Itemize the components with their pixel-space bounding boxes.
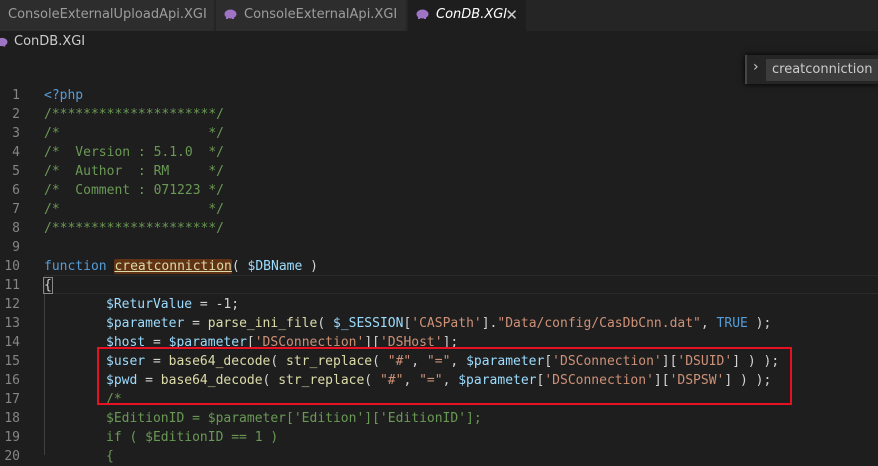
line-number: 11 — [4, 278, 20, 293]
code-line: $parameter = parse_ini_file( $_SESSION['… — [106, 316, 772, 331]
find-widget: › creatconniction — [745, 55, 878, 84]
line-number: 20 — [4, 449, 20, 464]
line-number: 15 — [4, 354, 20, 369]
chevron-right-icon[interactable]: › — [753, 59, 759, 75]
line-number: 13 — [4, 316, 20, 331]
php-elephant-icon — [224, 9, 237, 19]
line-number: 14 — [4, 335, 20, 350]
tab-console-external-api[interactable]: ConsoleExternalApi.XGI — [216, 0, 407, 31]
code-line: $ReturValue = -1; — [106, 297, 240, 312]
line-number: 2 — [12, 107, 20, 122]
line-number: 6 — [12, 183, 20, 198]
line-number: 3 — [12, 126, 20, 141]
code-line: /*********************/ — [44, 221, 225, 236]
code-line: /*********************/ — [44, 107, 225, 122]
line-number: 7 — [12, 202, 20, 217]
line-number: 12 — [4, 297, 20, 312]
code-line: /* */ — [44, 126, 225, 141]
code-line: { — [43, 276, 53, 295]
annotation-highlight-box — [97, 347, 792, 405]
code-line: /* Version : 5.1.0 */ — [44, 145, 225, 160]
line-number: 4 — [12, 145, 20, 160]
code-line: if ( $EditionID == 1 ) — [106, 430, 279, 445]
breadcrumb: ConDB.XGI — [0, 31, 878, 53]
tab-label: ConDB.XGI — [436, 7, 508, 22]
tab-condb[interactable]: ConDB.XGI ✕ — [408, 0, 527, 31]
line-number: 1 — [12, 88, 20, 103]
close-icon[interactable]: ✕ — [505, 0, 518, 30]
code-line: /* Author : RM */ — [44, 164, 225, 179]
line-number: 18 — [4, 411, 20, 426]
php-elephant-icon — [416, 9, 429, 19]
breadcrumb-file[interactable]: ConDB.XGI — [14, 31, 85, 53]
line-number: 10 — [4, 259, 20, 274]
code-line: /* Comment : 071223 */ — [44, 183, 225, 198]
bracket-match: { — [43, 277, 53, 294]
code-line: /* */ — [44, 202, 225, 217]
search-match: creatconniction — [114, 259, 232, 274]
line-number: 16 — [4, 373, 20, 388]
code-line: $EditionID = $parameter['Edition']['Edit… — [106, 411, 482, 426]
php-elephant-icon — [0, 37, 8, 47]
line-number: 19 — [4, 430, 20, 445]
line-number: 9 — [12, 240, 20, 255]
code-line: { — [106, 449, 114, 464]
code-line: function creatconniction( $DBName ) — [44, 259, 318, 274]
line-number: 8 — [12, 221, 20, 236]
line-number: 17 — [4, 392, 20, 407]
tab-bar: ConsoleExternalUploadApi.XGI ConsoleExte… — [0, 0, 878, 31]
tab-console-external-upload-api[interactable]: ConsoleExternalUploadApi.XGI — [0, 0, 215, 31]
find-input[interactable]: creatconniction — [766, 59, 878, 81]
line-number: 5 — [12, 164, 20, 179]
code-line: <?php — [44, 88, 84, 103]
tab-label: ConsoleExternalUploadApi.XGI — [8, 7, 207, 22]
tab-label: ConsoleExternalApi.XGI — [244, 7, 398, 22]
